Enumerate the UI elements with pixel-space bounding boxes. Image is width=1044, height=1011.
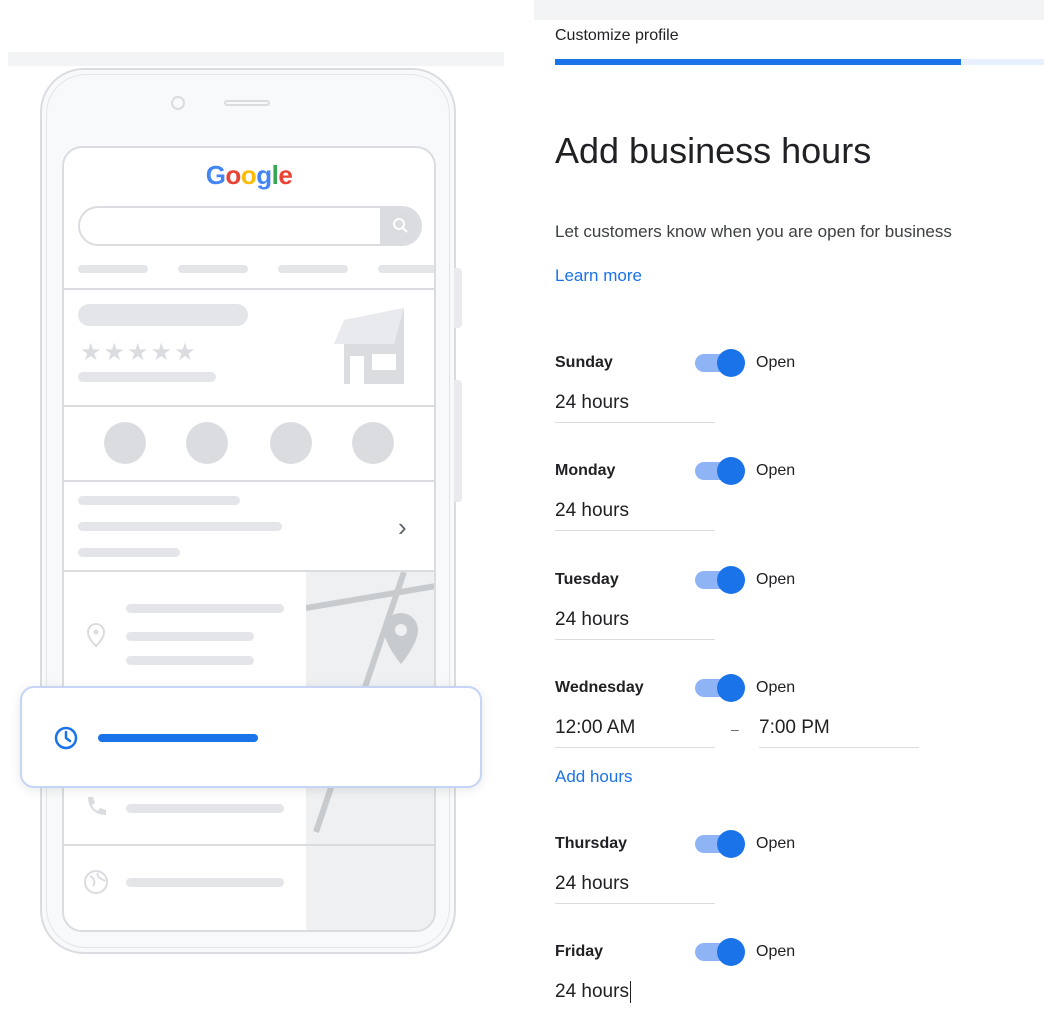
open-time-field[interactable]: 12:00 AM	[555, 711, 715, 748]
globe-icon	[352, 422, 394, 464]
open-status-label: Open	[756, 571, 796, 588]
time-range-separator: –	[731, 721, 739, 737]
step-label: Customize profile	[555, 27, 679, 44]
page-subtitle: Let customers know when you are open for…	[555, 222, 952, 241]
divider	[64, 288, 434, 290]
open-toggle[interactable]	[695, 349, 745, 377]
bookmark-icon	[270, 422, 312, 464]
day-label: Monday	[555, 462, 616, 479]
phone-screen: Google ★★★★★ ›	[62, 146, 436, 932]
day-label: Wednesday	[555, 679, 644, 696]
clock-icon	[54, 726, 78, 750]
directions-icon	[186, 422, 228, 464]
day-label: Friday	[555, 943, 604, 960]
divider	[64, 844, 434, 846]
open-toggle[interactable]	[695, 674, 745, 702]
hours-field[interactable]: 24 hours	[555, 867, 715, 904]
mock-search-box	[78, 206, 422, 246]
divider	[64, 480, 434, 482]
hours-field[interactable]: 24 hours	[555, 494, 715, 531]
mock-text-line	[78, 496, 240, 505]
open-toggle[interactable]	[695, 830, 745, 858]
progress-bar-fill	[555, 59, 961, 65]
mock-text-line	[126, 656, 254, 665]
open-toggle[interactable]	[695, 938, 745, 966]
add-hours-link[interactable]: Add hours	[555, 767, 633, 787]
open-status-label: Open	[756, 835, 796, 852]
open-status-label: Open	[756, 354, 796, 371]
phone-icon	[104, 422, 146, 464]
page-title: Add business hours	[555, 130, 872, 171]
hours-field[interactable]: 24 hours	[555, 603, 715, 640]
phone-speaker	[224, 100, 270, 106]
mock-text-line	[126, 804, 284, 813]
globe-icon	[84, 870, 108, 894]
learn-more-link[interactable]: Learn more	[555, 266, 642, 286]
divider	[64, 405, 434, 407]
phone-volume-button	[454, 380, 462, 502]
mock-search-button	[380, 208, 420, 244]
day-label: Thursday	[555, 835, 628, 852]
search-icon	[393, 218, 408, 233]
google-logo: Google	[205, 160, 293, 190]
header-band	[534, 0, 1044, 20]
mock-tab-pill	[278, 265, 348, 273]
storefront-icon	[334, 308, 404, 384]
progress-bar	[555, 59, 1044, 65]
open-toggle[interactable]	[695, 457, 745, 485]
mock-tab-pill	[78, 265, 148, 273]
mock-text-line	[78, 548, 180, 557]
text-cursor	[629, 980, 632, 1003]
phone-camera	[171, 96, 185, 110]
mock-text-line	[126, 632, 254, 641]
day-label: Tuesday	[555, 571, 619, 588]
hours-field[interactable]: 24 hours	[555, 386, 715, 423]
open-status-label: Open	[756, 462, 796, 479]
open-toggle[interactable]	[695, 566, 745, 594]
open-status-label: Open	[756, 679, 796, 696]
phone-power-button	[454, 268, 462, 328]
close-time-field[interactable]: 7:00 PM	[759, 711, 919, 748]
open-status-label: Open	[756, 943, 796, 960]
mock-text-line	[126, 878, 284, 887]
chevron-right-icon: ›	[398, 512, 407, 542]
mock-tab-pill	[378, 265, 434, 273]
hours-placeholder-bar	[98, 734, 258, 742]
hours-highlight-card	[20, 686, 482, 788]
mock-text-line	[126, 604, 284, 613]
mock-rating-stars: ★★★★★	[80, 339, 198, 366]
mock-text-line	[78, 522, 282, 531]
phone-icon	[88, 797, 106, 815]
mock-business-name	[78, 304, 248, 326]
illustration-top-band	[8, 52, 504, 66]
day-label: Sunday	[555, 354, 613, 371]
location-pin-icon	[86, 622, 106, 648]
mock-tab-pill	[178, 265, 248, 273]
hours-field-active[interactable]: 24 hours	[555, 975, 715, 1011]
mock-category	[78, 372, 216, 382]
